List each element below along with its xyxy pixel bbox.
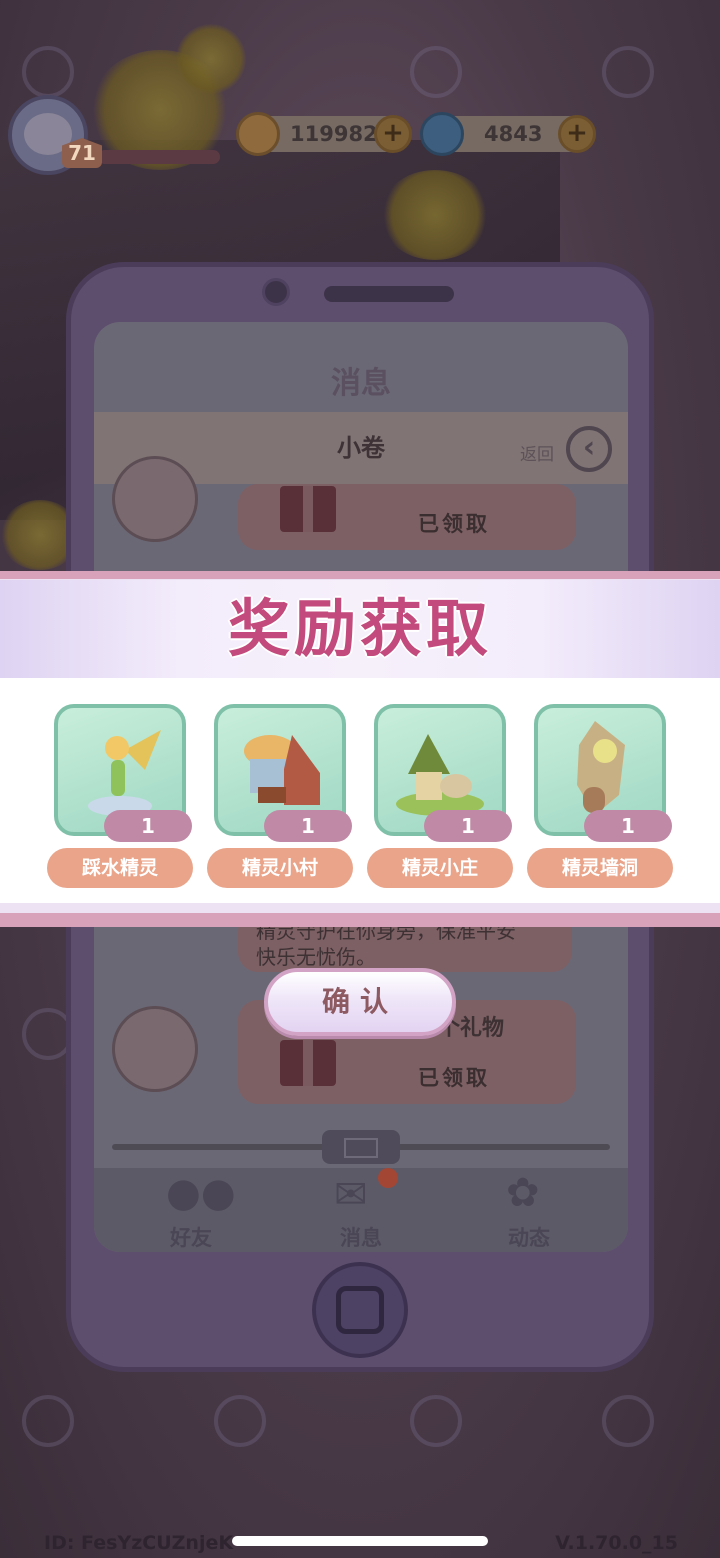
fairy-manor-icon [396,734,484,816]
xp-bar [98,150,220,164]
reward-name: 踩水精灵 [47,848,193,888]
reward-name: 精灵小庄 [367,848,513,888]
reward-quantity: 1 [424,810,512,842]
feed-icon[interactable]: ✿ [506,1170,540,1216]
screen-title: 消息 [331,366,391,401]
sun-pattern-icon [22,1395,74,1447]
swirl-gem-icon [420,112,464,156]
coin-value: 119982 [290,122,378,146]
bottom-nav: ●● 好友 ✉ 消息 ✿ 动态 [94,1168,628,1252]
water-fairy-icon [88,730,161,816]
player-id: ID: FesYzCUZnjeK [44,1532,234,1554]
reward-name: 精灵墙洞 [527,848,673,888]
moon-icon [176,24,246,94]
reward-quantity: 1 [584,810,672,842]
add-coins-button[interactable]: + [374,115,412,153]
coin-icon [236,112,280,156]
friends-icon[interactable]: ●● [166,1170,236,1216]
envelope-icon [344,1138,378,1158]
gift-box-icon [280,1040,336,1086]
reward-name: 精灵小村 [207,848,353,888]
sun-pattern-icon [410,46,462,98]
phone-camera [262,278,290,306]
claimed-status: 已领取 [418,512,490,536]
nav-feed-label[interactable]: 动态 [484,1222,574,1252]
sun-pattern-icon [22,46,74,98]
fairy-village-icon [244,735,320,805]
add-gems-button[interactable]: + [558,115,596,153]
confirm-button-label[interactable]: 确认 [264,968,456,1036]
message-text-line2: 快乐无忧伤。 [256,945,376,969]
sender-avatar [112,456,198,542]
mail-icon[interactable]: ✉ [334,1172,368,1218]
back-button[interactable]: ‹ [566,426,612,472]
back-label[interactable]: 返回 [520,440,554,465]
coin-counter: 119982 + [236,112,412,156]
tree-foliage [380,170,490,260]
nav-messages-label[interactable]: 消息 [316,1222,406,1252]
home-square-icon [336,1286,384,1334]
reward-quantity: 1 [104,810,192,842]
sun-pattern-icon [602,46,654,98]
sun-pattern-icon [214,1395,266,1447]
notification-dot [378,1168,398,1188]
reward-quantity: 1 [264,810,352,842]
reward-banner-edge [0,903,720,927]
sun-pattern-icon [410,1395,462,1447]
version-label: V.1.70.0_15 [555,1532,678,1554]
fairy-wall-hole-icon [577,721,625,815]
reward-title: 奖励获取 [227,592,492,665]
gem-value: 4843 [484,122,543,146]
home-indicator[interactable] [232,1536,488,1546]
nav-friends-label[interactable]: 好友 [146,1222,236,1252]
phone-speaker [324,286,454,302]
sender-avatar [112,1006,198,1092]
claimed-status: 已领取 [418,1066,490,1090]
gem-counter: 4843 + [420,112,596,156]
gift-box-icon [280,486,336,532]
sun-pattern-icon [602,1395,654,1447]
